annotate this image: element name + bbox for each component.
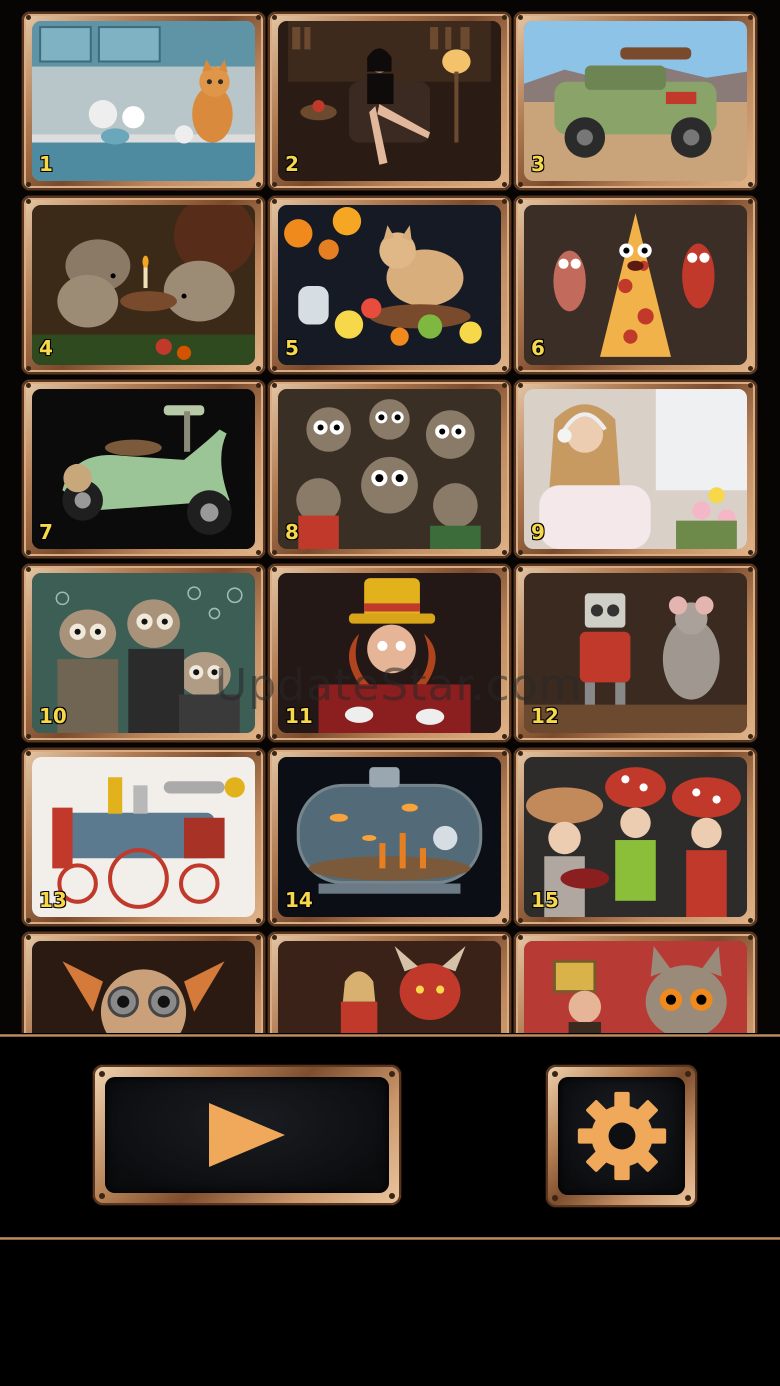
level-thumbnail: 1 (32, 21, 255, 181)
level-thumbnail: 6 (524, 205, 747, 365)
level-thumbnail: 4 (32, 205, 255, 365)
level-number: 5 (285, 336, 299, 360)
level-tile-4[interactable]: 4 (22, 196, 265, 374)
level-tile-17[interactable] (268, 932, 511, 1033)
divider-bottom (0, 1237, 780, 1240)
level-number: 14 (285, 888, 313, 912)
level-thumbnail: 7 (32, 389, 255, 549)
level-tile-9[interactable]: 9 (514, 380, 757, 558)
level-tile-14[interactable]: 14 (268, 748, 511, 926)
level-grid: 1 2 3 4 5 6 7 8 9 10 11 12 13 14 15 (22, 12, 757, 1033)
level-tile-16[interactable] (22, 932, 265, 1033)
level-tile-7[interactable]: 7 (22, 380, 265, 558)
level-number: 4 (39, 336, 53, 360)
level-tile-10[interactable]: 10 (22, 564, 265, 742)
level-tile-5[interactable]: 5 (268, 196, 511, 374)
level-tile-8[interactable]: 8 (268, 380, 511, 558)
level-tile-2[interactable]: 2 (268, 12, 511, 190)
play-button[interactable] (93, 1065, 401, 1205)
level-thumbnail: 14 (278, 757, 501, 917)
level-thumbnail: 13 (32, 757, 255, 917)
level-thumbnail: 15 (524, 757, 747, 917)
level-number: 15 (531, 888, 559, 912)
level-number: 3 (531, 152, 545, 176)
play-icon (209, 1103, 285, 1167)
level-number: 1 (39, 152, 53, 176)
level-number: 11 (285, 704, 313, 728)
level-thumbnail: 3 (524, 21, 747, 181)
level-thumbnail: 11 (278, 573, 501, 733)
level-grid-viewport[interactable]: 1 2 3 4 5 6 7 8 9 10 11 12 13 14 15 Upda… (0, 0, 780, 1033)
level-number: 8 (285, 520, 299, 544)
level-thumbnail (278, 941, 501, 1033)
level-thumbnail: 8 (278, 389, 501, 549)
gear-icon (577, 1091, 666, 1181)
level-tile-12[interactable]: 12 (514, 564, 757, 742)
level-tile-13[interactable]: 13 (22, 748, 265, 926)
level-thumbnail: 10 (32, 573, 255, 733)
level-number: 9 (531, 520, 545, 544)
level-number: 13 (39, 888, 67, 912)
level-number: 12 (531, 704, 559, 728)
level-number: 6 (531, 336, 545, 360)
level-number: 7 (39, 520, 53, 544)
level-number: 10 (39, 704, 67, 728)
level-thumbnail (32, 941, 255, 1033)
level-thumbnail: 12 (524, 573, 747, 733)
level-thumbnail: 5 (278, 205, 501, 365)
level-tile-1[interactable]: 1 (22, 12, 265, 190)
level-tile-15[interactable]: 15 (514, 748, 757, 926)
level-tile-11[interactable]: 11 (268, 564, 511, 742)
level-number: 2 (285, 152, 299, 176)
level-tile-6[interactable]: 6 (514, 196, 757, 374)
divider-top (0, 1034, 780, 1037)
level-tile-18[interactable] (514, 932, 757, 1033)
settings-button[interactable] (546, 1065, 697, 1207)
level-thumbnail (524, 941, 747, 1033)
level-tile-3[interactable]: 3 (514, 12, 757, 190)
level-thumbnail: 9 (524, 389, 747, 549)
level-thumbnail: 2 (278, 21, 501, 181)
